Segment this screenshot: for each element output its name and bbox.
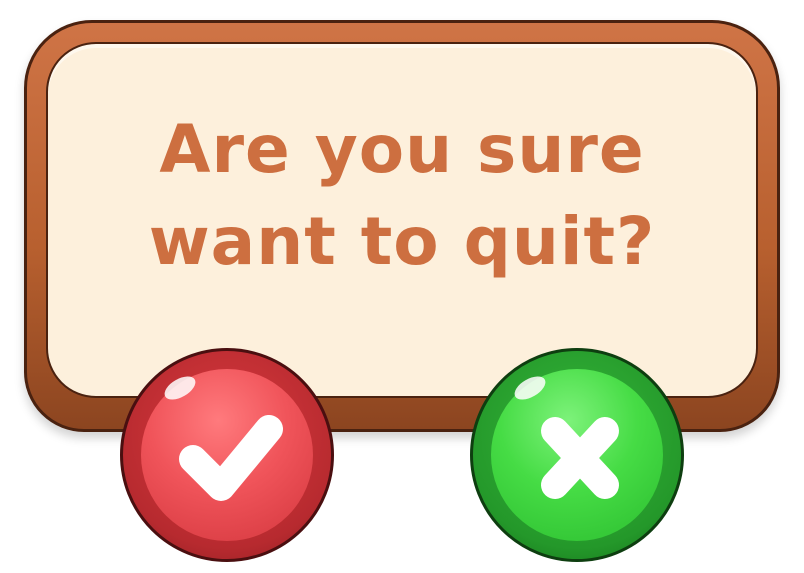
checkmark-icon	[179, 415, 283, 501]
cancel-quit-button[interactable]	[470, 348, 684, 562]
question-line-2: want to quit?	[148, 203, 656, 280]
quit-dialog: Are you sure want to quit?	[0, 0, 804, 573]
x-icon	[541, 417, 619, 499]
confirm-quit-button[interactable]	[120, 348, 334, 562]
question-line-1: Are you sure	[159, 111, 645, 188]
dialog-question: Are you sure want to quit?	[60, 104, 744, 288]
